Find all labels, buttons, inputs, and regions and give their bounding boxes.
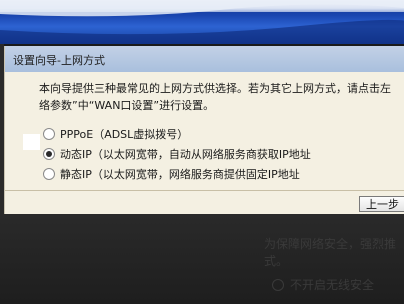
background-security-text: 为保障网络安全，强烈推 式。: [264, 236, 396, 270]
intro-line-1: 本向导提供三种最常见的上网方式供选择。若为其它上网方式，请点击左: [39, 82, 391, 95]
header-banner: [0, 0, 404, 44]
background-radio-icon: [272, 279, 284, 291]
setup-wizard-dialog: 设置向导-上网方式 本向导提供三种最常见的上网方式供选择。若为其它上网方式，请点…: [4, 46, 404, 214]
banner-swoosh: [0, 0, 404, 44]
intro-line-2: 络参数”中“WAN口设置”进行设置。: [39, 99, 215, 112]
option-pppoe-label: PPPoE（ADSL虚拟拨号）: [60, 128, 189, 141]
option-static-ip-label: 静态IP（以太网宽带，网络服务商提供固定IP地址: [60, 168, 300, 181]
background-text-line-2: 式。: [264, 254, 289, 268]
background-option-label: 不开启无线安全: [290, 278, 375, 292]
radio-static-ip[interactable]: [43, 168, 55, 180]
previous-button[interactable]: 上一步: [359, 196, 404, 212]
option-dynamic-ip[interactable]: 动态IP（以太网宽带，自动从网络服务商获取IP地址: [43, 146, 311, 162]
radio-dynamic-ip[interactable]: [43, 148, 55, 160]
background-text-line-1: 为保障网络安全，强烈推: [264, 237, 397, 251]
footer-divider: [5, 190, 404, 191]
white-marker: [23, 134, 40, 150]
dialog-title-bar: 设置向导-上网方式: [5, 46, 404, 72]
screen: 设置向导-上网方式 本向导提供三种最常见的上网方式供选择。若为其它上网方式，请点…: [0, 0, 404, 304]
radio-pppoe[interactable]: [43, 128, 55, 140]
dialog-title: 设置向导-上网方式: [13, 54, 105, 67]
option-dynamic-ip-label: 动态IP（以太网宽带，自动从网络服务商获取IP地址: [60, 148, 311, 161]
option-pppoe[interactable]: PPPoE（ADSL虚拟拨号）: [43, 126, 188, 142]
intro-text: 本向导提供三种最常见的上网方式供选择。若为其它上网方式，请点击左 络参数”中“W…: [39, 80, 399, 114]
option-static-ip[interactable]: 静态IP（以太网宽带，网络服务商提供固定IP地址: [43, 166, 300, 182]
